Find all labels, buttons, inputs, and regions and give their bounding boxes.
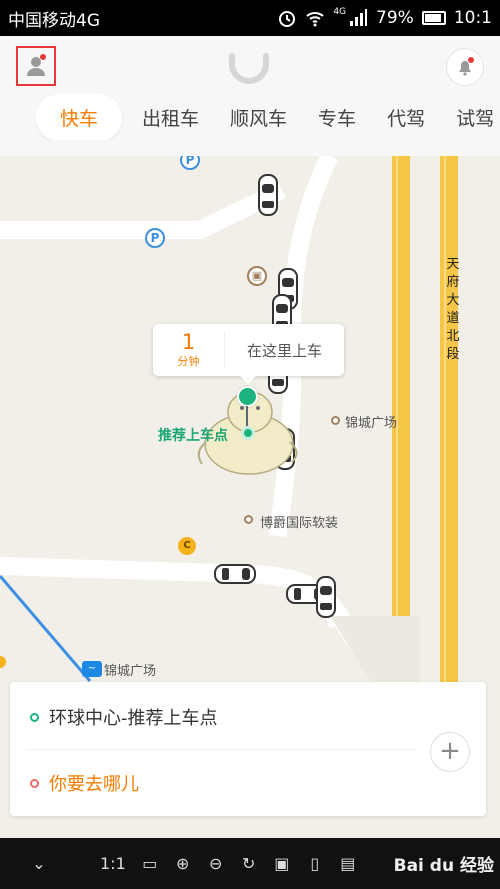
destination-placeholder: 你要去哪儿	[49, 774, 139, 795]
battery-percent: 79%	[376, 8, 414, 28]
road-name-label: 天 府 大 道 北 段	[446, 257, 460, 362]
chevron-down-icon[interactable]: ⌄	[30, 854, 48, 873]
battery-icon	[421, 11, 446, 25]
car-marker	[258, 174, 278, 216]
metro-icon: ~	[82, 661, 102, 677]
c-poi-icon: C	[178, 537, 196, 555]
pin-stem	[246, 406, 248, 428]
pickup-pin-icon[interactable]	[237, 386, 258, 407]
map-view[interactable]: P P ▣ C 锦城广场 博爵国际软装 ~ 锦城广场 天 府 大 道 北 段 1…	[0, 156, 500, 838]
notification-dot	[40, 54, 46, 60]
notification-dot	[468, 57, 474, 63]
pickup-here-text: 在这里上车	[246, 341, 322, 360]
tab-designated-driver[interactable]: 代驾	[387, 104, 425, 131]
notification-button[interactable]	[446, 48, 484, 86]
poi-bojue[interactable]: 博爵国际软装	[260, 512, 338, 531]
tab-test-drive[interactable]: 试驾	[456, 104, 494, 131]
add-stop-button[interactable]: +	[430, 732, 470, 772]
tab-taxi[interactable]: 出租车	[142, 104, 199, 131]
rotate-icon[interactable]: ↻	[240, 854, 258, 873]
eta-unit: 分钟	[177, 355, 200, 368]
eta-value: 1	[181, 330, 196, 354]
poi-jincheng-plaza[interactable]: 锦城广场	[345, 412, 397, 431]
eta-box: 1 分钟	[153, 331, 225, 369]
zoom-ratio-label[interactable]: 1:1	[100, 854, 126, 873]
divider	[26, 749, 416, 750]
status-icons: 4G 79% 10:1	[277, 7, 492, 28]
recommended-pickup-dot[interactable]	[241, 426, 255, 440]
car-marker	[316, 576, 336, 618]
wifi-icon	[306, 12, 324, 27]
tab-premier[interactable]: 专车	[318, 104, 356, 131]
metro-station-label[interactable]: 锦城广场	[104, 660, 156, 679]
origin-dot-icon	[30, 712, 39, 722]
delete-icon[interactable]: ▤	[339, 854, 357, 873]
signal-icon	[350, 9, 368, 26]
zoom-out-icon[interactable]: ⊖	[207, 854, 225, 873]
status-bar: 中国移动4G 4G 79% 10:1	[0, 0, 500, 36]
tab-carpool[interactable]: 顺风车	[230, 104, 287, 131]
pickup-location-text: 环球中心-推荐上车点	[49, 708, 218, 729]
app-header: 快车 出租车 顺风车 专车 代驾 试驾	[0, 36, 500, 156]
network-type-label: 4G	[333, 7, 347, 17]
poi-dot	[244, 515, 253, 524]
clock: 10:1	[453, 8, 492, 28]
tab-express[interactable]: 快车	[36, 94, 123, 140]
fit-window-icon[interactable]: ▭	[141, 854, 159, 873]
didi-logo-icon	[229, 53, 269, 84]
carrier-label: 中国移动4G	[8, 10, 100, 31]
watermark: Bai du 经验	[393, 856, 494, 876]
car-marker	[214, 564, 256, 584]
service-tabs: 快车 出租车 顺风车 专车 代驾 试驾	[36, 94, 500, 140]
profile-button[interactable]	[16, 46, 56, 86]
bus-stop-icon: ▣	[247, 266, 267, 286]
alarm-icon	[279, 11, 296, 27]
bookmark-icon[interactable]: ▯	[306, 854, 324, 873]
poi-dot	[331, 416, 340, 425]
destination-dot-icon	[30, 778, 39, 788]
zoom-in-icon[interactable]: ⊕	[174, 854, 192, 873]
pickup-eta-bubble[interactable]: 1 分钟 在这里上车	[153, 324, 344, 384]
destination-input[interactable]: 你要去哪儿	[30, 770, 139, 796]
trip-card: 环球中心-推荐上车点 你要去哪儿 +	[10, 682, 486, 816]
pickup-location-row[interactable]: 环球中心-推荐上车点	[30, 704, 218, 730]
recommended-pickup-label[interactable]: 推荐上车点	[158, 425, 228, 445]
save-icon[interactable]: ▣	[273, 854, 291, 873]
parking-icon: P	[145, 228, 165, 248]
